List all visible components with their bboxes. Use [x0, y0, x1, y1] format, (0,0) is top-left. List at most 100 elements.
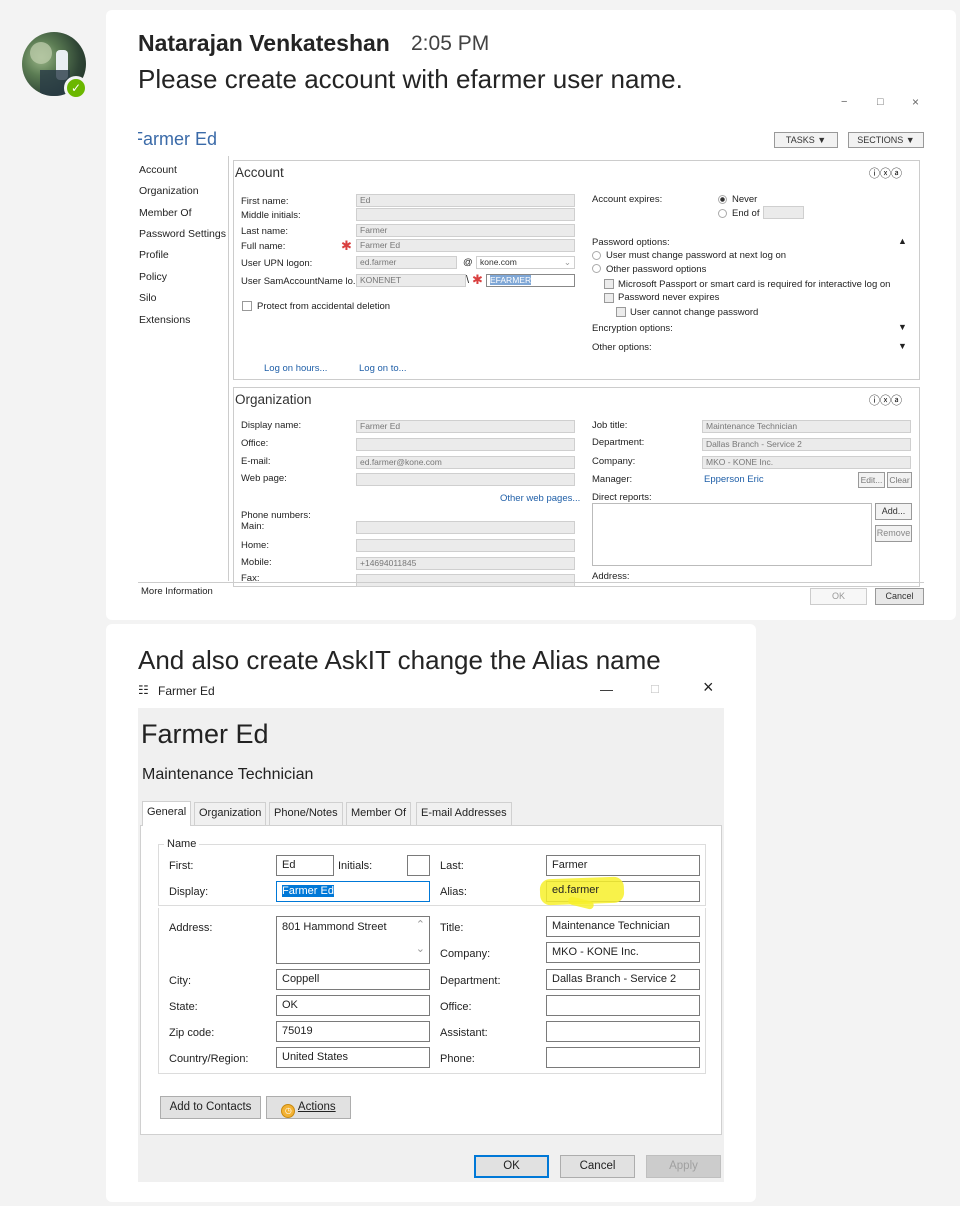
sender-name[interactable]: Natarajan Venkateshan [138, 30, 390, 57]
first-name-field[interactable]: Ed [356, 194, 575, 207]
mobile-phone-field[interactable]: +14694011845 [356, 557, 575, 570]
minimize-icon[interactable]: — [600, 682, 613, 697]
nav-member-of[interactable]: Member Of [139, 207, 192, 219]
sam-domain-field[interactable]: KONENET [356, 274, 466, 287]
state-label: State: [169, 1001, 198, 1013]
zip-field[interactable]: 75019 [276, 1021, 430, 1042]
tab-phone-notes[interactable]: Phone/Notes [269, 802, 343, 825]
end-of-date-field[interactable] [763, 206, 804, 219]
department-label: Department: [440, 975, 501, 987]
collapse-arrow-icon[interactable]: ▲ [898, 236, 907, 246]
city-field[interactable]: Coppell [276, 969, 430, 990]
message-timestamp: 2:05 PM [411, 32, 490, 55]
pw-must-change-label: User must change password at next log on [606, 250, 787, 261]
scroll-down-icon[interactable]: ⌄ [416, 942, 425, 955]
close-icon[interactable]: × [703, 680, 714, 698]
tasks-button[interactable]: TASKS ▼ [774, 132, 838, 148]
sections-button[interactable]: SECTIONS ▼ [848, 132, 924, 148]
protect-checkbox[interactable] [242, 301, 252, 311]
office-field[interactable] [356, 438, 575, 451]
sam-separator: \ [466, 274, 470, 286]
tab-general[interactable]: General [142, 801, 192, 826]
actions-button[interactable]: ◷ Actions [266, 1096, 351, 1119]
nav-policy[interactable]: Policy [139, 271, 167, 283]
job-title-field[interactable]: Maintenance Technician [702, 420, 911, 433]
remove-report-button[interactable]: Remove [875, 525, 912, 542]
web-page-field[interactable] [356, 473, 575, 486]
nav-password-settings[interactable]: Password Settings [139, 228, 226, 240]
more-information-label[interactable]: More Information [141, 586, 213, 597]
pw-other-radio[interactable] [592, 264, 601, 273]
upn-domain-select[interactable]: kone.com ⌄ [476, 256, 575, 269]
ok-button[interactable]: OK [474, 1155, 549, 1178]
address-field[interactable]: 801 Hammond Street ⌃ ⌄ [276, 916, 430, 964]
other-web-pages-link[interactable]: Other web pages... [500, 493, 580, 504]
logon-to-link[interactable]: Log on to... [359, 363, 407, 374]
manager-clear-button[interactable]: Clear [887, 472, 912, 488]
alias-value: ed.farmer [552, 884, 600, 896]
main-phone-label: Main: [241, 521, 265, 532]
maximize-icon[interactable]: □ [651, 681, 659, 696]
company-field[interactable]: MKO - KONE Inc. [546, 942, 700, 963]
cannot-change-checkbox[interactable] [616, 307, 626, 317]
nav-organization[interactable]: Organization [139, 185, 199, 197]
title-field[interactable]: Maintenance Technician [546, 916, 700, 937]
assistant-field[interactable] [546, 1021, 700, 1042]
phone-label: Phone: [440, 1053, 475, 1065]
pw-must-change-radio[interactable] [592, 251, 601, 260]
country-field[interactable]: United States [276, 1047, 430, 1068]
adac-screenshot[interactable]: − □ × Farmer Ed TASKS ▼ SECTIONS ▼ Accou… [138, 96, 924, 606]
dialog-title: Farmer Ed [158, 684, 215, 698]
section-help-icons[interactable]: ⓘⓧⓐ [869, 392, 902, 408]
nav-extensions[interactable]: Extensions [139, 314, 190, 326]
direct-reports-list[interactable] [592, 503, 872, 566]
main-phone-field[interactable] [356, 521, 575, 534]
scroll-up-icon[interactable]: ⌃ [416, 918, 425, 931]
adac-ok-button[interactable]: OK [810, 588, 867, 605]
apply-button[interactable]: Apply [646, 1155, 721, 1178]
department-field[interactable]: Dallas Branch - Service 2 [546, 969, 700, 990]
upn-at: @ [463, 257, 473, 268]
full-name-field[interactable]: Farmer Ed [356, 239, 575, 252]
display-field[interactable]: Farmer Ed [276, 881, 430, 902]
manager-link[interactable]: Epperson Eric [704, 474, 764, 485]
nav-profile[interactable]: Profile [139, 249, 169, 261]
never-expires-checkbox[interactable] [604, 293, 614, 303]
contact-properties-dialog[interactable]: ☷ Farmer Ed — □ × Farmer Ed Maintenance … [138, 680, 724, 1182]
manager-edit-button[interactable]: Edit... [858, 472, 885, 488]
fax-field[interactable] [356, 574, 575, 587]
never-radio[interactable] [718, 195, 727, 204]
logon-hours-link[interactable]: Log on hours... [264, 363, 327, 374]
tab-member-of[interactable]: Member Of [346, 802, 412, 825]
section-help-icons[interactable]: ⓘⓧⓐ [869, 165, 902, 181]
office-field[interactable] [546, 995, 700, 1016]
nav-silo[interactable]: Silo [139, 292, 157, 304]
tab-organization[interactable]: Organization [194, 802, 267, 825]
add-to-contacts-button[interactable]: Add to Contacts [160, 1096, 261, 1119]
home-phone-field[interactable] [356, 539, 575, 552]
initials-field[interactable] [407, 855, 430, 876]
expand-arrow-icon[interactable]: ▼ [898, 322, 907, 332]
department-field[interactable]: Dallas Branch - Service 2 [702, 438, 911, 451]
tab-email-addresses[interactable]: E-mail Addresses [416, 802, 512, 825]
company-field[interactable]: MKO - KONE Inc. [702, 456, 911, 469]
upn-field[interactable]: ed.farmer [356, 256, 457, 269]
first-field[interactable]: Ed [276, 855, 334, 876]
email-field[interactable]: ed.farmer@kone.com [356, 456, 575, 469]
end-of-radio[interactable] [718, 209, 727, 218]
display-name-field[interactable]: Farmer Ed [356, 420, 575, 433]
cancel-button[interactable]: Cancel [560, 1155, 635, 1178]
add-report-button[interactable]: Add... [875, 503, 912, 520]
passport-checkbox[interactable] [604, 279, 614, 289]
email-label: E-mail: [241, 456, 271, 467]
middle-initials-field[interactable] [356, 208, 575, 221]
last-name-field[interactable]: Farmer [356, 224, 575, 237]
expand-arrow-icon[interactable]: ▼ [898, 341, 907, 351]
sam-field[interactable]: EFARMER [486, 274, 575, 287]
message-text-2: And also create AskIT change the Alias n… [138, 645, 661, 675]
last-field[interactable]: Farmer [546, 855, 700, 876]
nav-account[interactable]: Account [139, 164, 177, 176]
state-field[interactable]: OK [276, 995, 430, 1016]
phone-field[interactable] [546, 1047, 700, 1068]
adac-cancel-button[interactable]: Cancel [875, 588, 924, 605]
